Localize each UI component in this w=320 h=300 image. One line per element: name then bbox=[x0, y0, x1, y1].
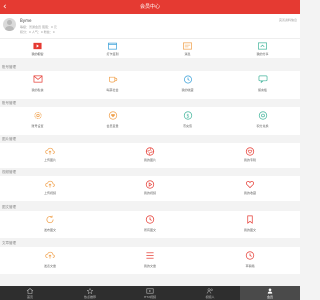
aperture-icon bbox=[145, 147, 155, 156]
menu-item-all-posts[interactable]: 所有图文 bbox=[100, 211, 200, 238]
mail-icon bbox=[33, 75, 42, 83]
menu-item-account-settings[interactable]: 账号设置 bbox=[0, 107, 75, 135]
heart-icon bbox=[245, 147, 255, 156]
user-icon bbox=[267, 288, 273, 294]
menu-item-my-posts[interactable]: 我的图文 bbox=[200, 211, 300, 238]
quick-action-share[interactable]: 我的分享 bbox=[225, 39, 300, 59]
menu-item-my-albums[interactable]: 我的专辑 bbox=[200, 143, 300, 168]
tab-videos[interactable]: HT2视频 bbox=[120, 286, 180, 300]
section-header-posts: 图文管理 bbox=[2, 205, 16, 209]
star-icon bbox=[86, 288, 94, 294]
refresh-icon bbox=[46, 215, 54, 224]
section-row-videos: 上传视频 我的视频 我的收藏 bbox=[0, 176, 300, 201]
menu-item-guestbook[interactable]: 留言板 bbox=[225, 71, 300, 99]
section-row-images: 上传图片 我的图片 我的专辑 bbox=[0, 143, 300, 168]
menu-item-publish-article[interactable]: 发表文章 bbox=[0, 247, 100, 274]
section-row-settings: 账号设置 会员变量 $ 币充值 积分兑换 bbox=[0, 107, 300, 135]
menu-item-recharge[interactable]: $ 币充值 bbox=[150, 107, 225, 135]
users-icon bbox=[206, 288, 213, 294]
menu-item-my-videos[interactable]: 我的视频 bbox=[100, 176, 200, 201]
user-stats-line: 积分：0 人气：0 粉丝：0 bbox=[20, 30, 55, 34]
disk-icon bbox=[258, 111, 267, 120]
cup-icon bbox=[108, 76, 117, 83]
tab-member[interactable]: 会员 bbox=[240, 286, 300, 300]
page-title: 会员中心 bbox=[139, 4, 160, 10]
avatar[interactable] bbox=[3, 18, 16, 31]
quick-action-checkin[interactable]: 打卡签到 bbox=[75, 39, 150, 59]
menu-item-my-articles[interactable]: 我的文章 bbox=[100, 247, 200, 274]
video-icon bbox=[33, 42, 42, 50]
menu-item-my-video-favorites[interactable]: 我的收藏 bbox=[200, 176, 300, 201]
video-icon bbox=[146, 288, 154, 294]
section-header-settings: 账号管理 bbox=[2, 101, 16, 105]
menu-item-publish-post[interactable]: 发布图文 bbox=[0, 211, 100, 238]
upload-cloud-icon bbox=[45, 147, 55, 155]
svg-text:$: $ bbox=[186, 113, 189, 119]
menu-item-membership[interactable]: 会员变量 bbox=[75, 107, 150, 135]
section-row-articles: 发表文章 我的文章 草稿箱 bbox=[0, 247, 300, 274]
quick-action-messages[interactable]: 消息 bbox=[150, 39, 225, 59]
section-header-articles: 文章管理 bbox=[2, 241, 16, 245]
section-header-images: 图片管理 bbox=[2, 137, 16, 141]
menu-item-messages[interactable]: 我的私信 bbox=[0, 71, 75, 99]
bookmark-icon bbox=[247, 215, 253, 224]
heart-icon bbox=[108, 111, 117, 120]
tab-people[interactable]: 视频人 bbox=[180, 286, 240, 300]
menu-item-tea[interactable]: 喝茶社会 bbox=[75, 71, 150, 99]
tab-home[interactable]: 首页 bbox=[0, 286, 60, 300]
upload-cloud-icon bbox=[45, 180, 55, 188]
home-icon bbox=[26, 288, 34, 294]
profile-card: Byme 等级：普通会员 蛋蛋：0 元 积分：0 人气：0 粉丝：0 完善资料信… bbox=[0, 14, 300, 38]
user-name: Byme bbox=[20, 18, 32, 23]
menu-item-my-images[interactable]: 我的图片 bbox=[100, 143, 200, 168]
section-row-posts: 发布图文 所有图文 我的图文 bbox=[0, 211, 300, 238]
menu-item-points-exchange[interactable]: 积分兑换 bbox=[225, 107, 300, 135]
bottom-tab-bar: 首页 热点推荐 HT2视频 视频人 会员 bbox=[0, 286, 300, 300]
section-header-videos: 视频管理 bbox=[2, 170, 16, 174]
clock-icon bbox=[145, 215, 155, 224]
menu-item-upload-image[interactable]: 上传图片 bbox=[0, 143, 100, 168]
calendar-icon bbox=[108, 42, 117, 50]
tab-hot[interactable]: 热点推荐 bbox=[60, 286, 120, 300]
history-icon bbox=[183, 75, 192, 84]
share-icon bbox=[258, 42, 267, 50]
menu-item-favorites[interactable]: 我的收藏 bbox=[150, 71, 225, 99]
clock-icon bbox=[245, 251, 255, 260]
section-header-account: 账号管理 bbox=[2, 65, 16, 69]
menu-item-drafts[interactable]: 草稿箱 bbox=[200, 247, 300, 274]
message-icon bbox=[258, 75, 267, 83]
play-icon bbox=[145, 180, 155, 189]
dollar-icon: $ bbox=[183, 111, 192, 120]
quick-actions-row: 我的橱窗 打卡签到 消息 我的分享 bbox=[0, 38, 300, 58]
top-bar: ‹ 会员中心 bbox=[0, 0, 300, 14]
user-level-line: 等级：普通会员 蛋蛋：0 元 bbox=[20, 25, 57, 29]
menu-item-upload-video[interactable]: 上传视频 bbox=[0, 176, 100, 201]
message-icon bbox=[183, 42, 192, 50]
section-row-account: 我的私信 喝茶社会 我的收藏 留言板 bbox=[0, 71, 300, 99]
upload-cloud-icon bbox=[45, 251, 55, 259]
list-icon bbox=[146, 252, 154, 259]
quick-action-showcase[interactable]: 我的橱窗 bbox=[0, 39, 75, 59]
heart-icon bbox=[246, 181, 254, 189]
edit-profile-link[interactable]: 完善资料信息 bbox=[279, 18, 297, 22]
gear-icon bbox=[33, 111, 42, 120]
